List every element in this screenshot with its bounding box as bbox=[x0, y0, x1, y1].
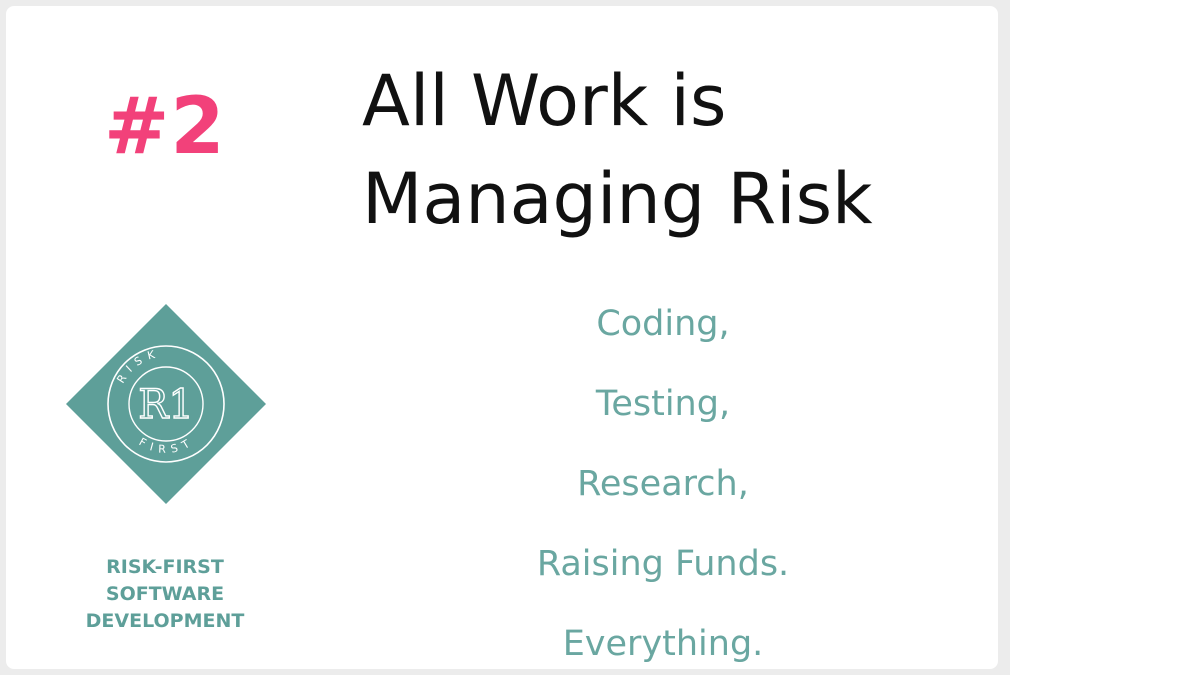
slide-title: All Work is Managing Risk bbox=[362, 52, 982, 248]
risk-first-logo: RISK FIRST R1 bbox=[66, 304, 266, 504]
activity-list: Coding, Testing, Research, Raising Funds… bbox=[463, 284, 863, 684]
title-line-2: Managing Risk bbox=[362, 158, 873, 240]
list-item: Raising Funds. bbox=[536, 544, 790, 584]
list-item: Research, bbox=[577, 464, 749, 504]
list-item: Coding, bbox=[596, 304, 730, 344]
brand-line-2: SOFTWARE bbox=[105, 583, 225, 605]
title-line-1: All Work is bbox=[362, 60, 727, 142]
brand-line-3: DEVELOPMENT bbox=[85, 610, 245, 632]
slide-number: #2 bbox=[104, 82, 226, 172]
list-item: Testing, bbox=[595, 384, 731, 424]
brand-line-1: RISK-FIRST bbox=[106, 556, 224, 578]
logo-monogram: R1 bbox=[138, 382, 194, 428]
list-item: Everything. bbox=[562, 624, 764, 664]
brand-wordmark: RISK-FIRST SOFTWARE DEVELOPMENT bbox=[40, 554, 290, 635]
